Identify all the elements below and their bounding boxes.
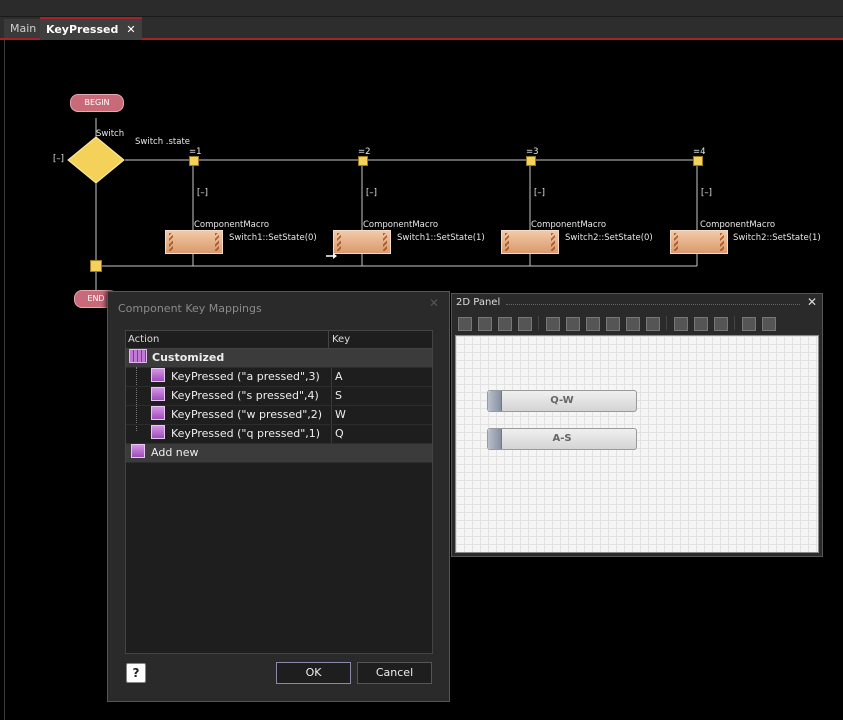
switch-decision[interactable]	[67, 136, 125, 184]
panel-canvas[interactable]: Q-W A-S	[455, 335, 819, 553]
switch-knob[interactable]	[488, 429, 502, 449]
macro-block-1[interactable]	[165, 230, 223, 254]
send-back-icon[interactable]	[518, 317, 532, 331]
group-icon	[129, 349, 147, 363]
tab-close-icon[interactable]: ✕	[126, 23, 135, 36]
row-key[interactable]: A	[331, 368, 343, 386]
macro-1-call: Switch1::SetState(0)	[229, 233, 317, 243]
toolbar-separator	[734, 316, 735, 330]
row-action: KeyPressed ("a pressed",3)	[171, 370, 320, 383]
row-action: KeyPressed ("s pressed",4)	[171, 389, 319, 402]
dialog-close-icon[interactable]: ✕	[429, 296, 439, 310]
align-left-icon[interactable]	[546, 317, 560, 331]
case-node	[358, 156, 368, 166]
top-bar	[0, 0, 843, 17]
distribute-horizontal-icon[interactable]	[674, 317, 688, 331]
add-new-row[interactable]: Add new	[126, 444, 432, 463]
tab-main[interactable]: Main	[4, 19, 43, 38]
ok-button[interactable]: OK	[276, 662, 351, 684]
key-icon	[151, 368, 165, 382]
tab-main-label: Main	[10, 22, 37, 35]
case-node	[189, 156, 199, 166]
key-icon	[151, 425, 165, 439]
switch-label: Q-W	[550, 395, 574, 406]
cancel-button[interactable]: Cancel	[357, 662, 432, 684]
case-2-label: =2	[358, 147, 371, 157]
key-icon	[151, 406, 165, 420]
group-customized[interactable]: Customized	[126, 349, 432, 368]
switch-knob[interactable]	[488, 391, 502, 411]
macro-3-title: ComponentMacro	[531, 220, 607, 230]
row-key[interactable]: Q	[331, 425, 344, 443]
list-item[interactable]: KeyPressed ("w pressed",2) W	[126, 406, 432, 425]
macro-2-call: Switch1::SetState(1)	[397, 233, 485, 243]
row-key[interactable]: W	[331, 406, 346, 424]
switch-label: A-S	[552, 433, 572, 444]
lock-icon[interactable]	[742, 317, 756, 331]
align-right-icon[interactable]	[586, 317, 600, 331]
macro-4-title: ComponentMacro	[700, 220, 776, 230]
case-1-label: =1	[189, 147, 202, 157]
case-1-collapse[interactable]: [–]	[197, 188, 208, 198]
toolbar-separator	[538, 316, 539, 330]
key-mappings-dialog: Component Key Mappings ✕ Action Key Cust…	[107, 291, 450, 702]
begin-terminator[interactable]: BEGIN	[70, 94, 124, 112]
distribute-vertical-icon[interactable]	[694, 317, 708, 331]
switch-collapse[interactable]: [–]	[53, 154, 64, 164]
align-bottom-icon[interactable]	[646, 317, 660, 331]
list-item[interactable]: KeyPressed ("q pressed",1) Q	[126, 425, 432, 444]
add-new-label: Add new	[151, 446, 199, 459]
bring-front-icon[interactable]	[458, 317, 472, 331]
panel-2d: 2D Panel ✕ Q-W A-S	[451, 293, 823, 557]
mappings-grid: Action Key Customized KeyPressed ("a pre…	[125, 330, 433, 654]
case-3-collapse[interactable]: [–]	[534, 188, 545, 198]
macro-block-3[interactable]	[501, 230, 559, 254]
row-action: KeyPressed ("q pressed",1)	[171, 427, 321, 440]
grid-header: Action Key	[126, 331, 432, 349]
case-4-collapse[interactable]: [–]	[701, 188, 712, 198]
case-4-label: =4	[693, 147, 706, 157]
row-action: KeyPressed ("w pressed",2)	[171, 408, 323, 421]
help-icon[interactable]: ?	[126, 663, 146, 683]
column-key[interactable]: Key	[328, 331, 350, 348]
case-node	[693, 156, 703, 166]
case-2-collapse[interactable]: [–]	[366, 188, 377, 198]
key-icon	[151, 387, 165, 401]
panel-grip[interactable]	[506, 304, 800, 305]
macro-block-4[interactable]	[670, 230, 728, 254]
case-3-label: =3	[526, 147, 539, 157]
macro-block-2[interactable]	[333, 230, 391, 254]
switch-label: Switch	[96, 129, 125, 139]
macro-3-call: Switch2::SetState(0)	[565, 233, 653, 243]
send-backward-icon[interactable]	[498, 317, 512, 331]
list-item[interactable]: KeyPressed ("a pressed",3) A	[126, 368, 432, 387]
group-label: Customized	[152, 351, 225, 364]
row-key[interactable]: S	[331, 387, 342, 405]
dialog-title: Component Key Mappings	[118, 302, 262, 315]
unlock-icon[interactable]	[762, 317, 776, 331]
switch-qw[interactable]: Q-W	[487, 390, 637, 412]
tab-keypressed-label: KeyPressed	[46, 23, 119, 36]
merge-node	[90, 260, 102, 272]
column-action[interactable]: Action	[128, 331, 159, 348]
toolbar-separator	[666, 316, 667, 330]
tab-keypressed[interactable]: KeyPressed ✕	[40, 17, 142, 40]
align-middle-icon[interactable]	[626, 317, 640, 331]
macro-2-title: ComponentMacro	[363, 220, 439, 230]
bring-forward-icon[interactable]	[478, 317, 492, 331]
center-icon[interactable]	[714, 317, 728, 331]
switch-state-label: Switch .state	[135, 137, 191, 147]
macro-4-call: Switch2::SetState(1)	[733, 233, 821, 243]
key-icon	[131, 444, 145, 458]
switch-as[interactable]: A-S	[487, 428, 637, 450]
panel-close-icon[interactable]: ✕	[807, 295, 817, 309]
case-node	[526, 156, 536, 166]
align-center-icon[interactable]	[566, 317, 580, 331]
panel-title: 2D Panel	[456, 297, 501, 308]
align-top-icon[interactable]	[606, 317, 620, 331]
list-item[interactable]: KeyPressed ("s pressed",4) S	[126, 387, 432, 406]
tab-bar: Main KeyPressed ✕	[0, 17, 843, 40]
macro-1-title: ComponentMacro	[194, 220, 270, 230]
